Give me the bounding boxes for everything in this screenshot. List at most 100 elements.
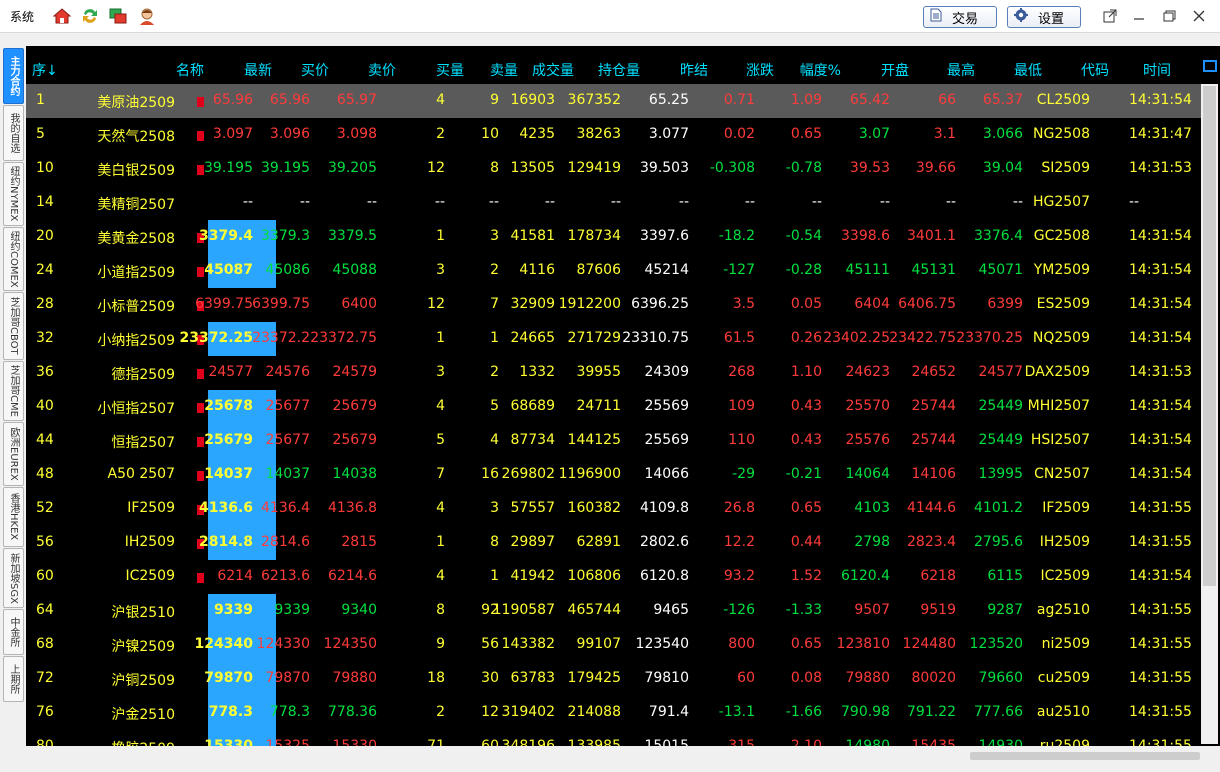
settings-button[interactable]: 设置: [1007, 6, 1081, 28]
side-tab[interactable]: 香港HKEX: [3, 487, 24, 547]
home-icon[interactable]: [52, 6, 72, 26]
side-tab[interactable]: 欧洲EUREX: [3, 422, 24, 486]
cell-seq: 60: [36, 568, 54, 584]
cell-low: 25449: [978, 432, 1023, 448]
cell-code: CL2509: [1036, 92, 1090, 108]
close-icon[interactable]: [1190, 7, 1208, 25]
table-row[interactable]: 24 小道指2509 45087 45086 45088 3 2 4116 87606 45214…: [26, 254, 1201, 288]
cell-code: GC2508: [1033, 228, 1090, 244]
table-row[interactable]: 20 美黄金2508 3379.4 3379.3 3379.5 1 3 41581 178734…: [26, 220, 1201, 254]
window-switch-icon[interactable]: [108, 6, 128, 26]
horizontal-scroll-thumb[interactable]: [970, 752, 1200, 760]
cell-change-pct: -0.28: [785, 262, 822, 278]
refresh-icon[interactable]: [80, 6, 100, 26]
cell-seq: 68: [36, 636, 54, 652]
header-last[interactable]: 最新: [244, 60, 272, 80]
table-row[interactable]: 14 美精铜2507 -- -- -- -- -- -- -- -- -- -- -- -- -- HG250…: [26, 186, 1201, 220]
table-row[interactable]: 56 IH2509 2814.8 2814.6 2815 1 8 29897 62891 2802…: [26, 526, 1201, 560]
header-volume[interactable]: 成交量: [532, 60, 574, 80]
header-open-interest[interactable]: 持仓量: [598, 60, 640, 80]
column-settings-icon[interactable]: [1203, 60, 1217, 72]
cell-code: MHI2507: [1027, 398, 1090, 414]
cell-name: 美白银2509: [97, 163, 175, 179]
cell-open: 4103: [854, 500, 890, 516]
vertical-scrollbar[interactable]: [1201, 84, 1218, 744]
side-tab[interactable]: 主力合约: [3, 48, 24, 104]
cell-name: 小恒指2507: [97, 401, 175, 417]
header-prev-settle[interactable]: 昨结: [680, 60, 708, 80]
header-bid-qty[interactable]: 买量: [436, 60, 464, 80]
table-row[interactable]: 60 IC2509 6214 6213.6 6214.6 4 1 41942 106806 612…: [26, 560, 1201, 594]
table-row[interactable]: 5 天然气2508 3.097 3.096 3.098 2 10 4235 38263 3.077…: [26, 118, 1201, 152]
cell-last: 79870: [204, 670, 253, 686]
cell-code: IF2509: [1042, 500, 1090, 516]
cell-ask-qty: 9: [490, 92, 499, 108]
table-row[interactable]: 28 小标普2509 6399.75 6399.75 6400 12 7 32909 19122…: [26, 288, 1201, 322]
side-tab[interactable]: 上期所: [3, 656, 24, 702]
header-name[interactable]: 名称: [176, 60, 204, 80]
cell-code: ni2509: [1041, 636, 1090, 652]
side-tab[interactable]: 芝加哥CME: [3, 361, 24, 421]
vertical-scroll-thumb[interactable]: [1203, 86, 1216, 586]
maximize-icon[interactable]: [1160, 7, 1178, 25]
system-menu[interactable]: 系统: [10, 8, 34, 25]
cell-bid-qty: 1: [436, 330, 445, 346]
side-tab[interactable]: 新加坡SGX: [3, 548, 24, 608]
header-time[interactable]: 时间: [1143, 60, 1171, 80]
market-flag-icon: [197, 437, 204, 447]
cell-ask-qty: --: [488, 194, 499, 210]
table-row[interactable]: 1 美原油2509 65.96 65.96 65.97 4 9 16903 367352 65.2…: [26, 84, 1201, 118]
trade-button[interactable]: 交易: [923, 6, 997, 28]
table-row[interactable]: 72 沪铜2509 79870 79870 79880 18 30 63783 179425 79…: [26, 662, 1201, 696]
cell-open: 45111: [845, 262, 890, 278]
side-tab[interactable]: 芝加哥CBOT: [3, 292, 24, 360]
cell-low: 777.66: [974, 704, 1023, 720]
table-row[interactable]: 76 沪金2510 778.3 778.3 778.36 2 12 319402 214088 7…: [26, 696, 1201, 730]
popout-icon[interactable]: [1101, 7, 1119, 25]
cell-ask-qty: 60: [481, 738, 499, 746]
table-row[interactable]: 68 沪镍2509 124340 124330 124350 9 56 143382 99107…: [26, 628, 1201, 662]
table-row[interactable]: 52 IF2509 4136.6 4136.4 4136.8 4 3 57557 160382 4…: [26, 492, 1201, 526]
cell-open: 24623: [845, 364, 890, 380]
table-row[interactable]: 32 小纳指2509 23372.25 23372.2 23372.75 1 1 24665 2…: [26, 322, 1201, 356]
minimize-icon[interactable]: [1130, 7, 1148, 25]
cell-high: 4144.6: [907, 500, 956, 516]
cell-change: 93.2: [723, 568, 755, 584]
header-bid[interactable]: 买价: [301, 60, 329, 80]
header-seq[interactable]: 序↓: [32, 60, 58, 80]
header-change[interactable]: 涨跌: [746, 60, 774, 80]
header-low[interactable]: 最低: [1014, 60, 1042, 80]
table-row[interactable]: 40 小恒指2507 25678 25677 25679 4 5 68689 24711 2556…: [26, 390, 1201, 424]
table-row[interactable]: 80 橡胶2509 15330 15325 15330 71 60348196 133985 1…: [26, 730, 1201, 746]
cell-seq: 10: [36, 160, 54, 176]
cell-volume: 41942: [510, 568, 555, 584]
cell-time: 14:31:54: [1129, 466, 1192, 482]
header-change-pct[interactable]: 幅度%: [800, 60, 841, 80]
side-tab[interactable]: 我的自选: [3, 105, 24, 161]
table-row[interactable]: 48 A50 2507 14037 14037 14038 7 16 269802 119690…: [26, 458, 1201, 492]
cell-name: 美原油2509: [97, 95, 175, 111]
cell-open: 6404: [854, 296, 890, 312]
table-row[interactable]: 36 德指2509 24577 24576 24579 3 2 1332 39955 24309 2…: [26, 356, 1201, 390]
side-tab[interactable]: 纽约NYMEX: [3, 162, 24, 226]
cell-open-interest: 160382: [567, 500, 621, 516]
header-high[interactable]: 最高: [947, 60, 975, 80]
cell-low: 45071: [978, 262, 1023, 278]
header-code[interactable]: 代码: [1081, 60, 1109, 80]
table-row[interactable]: 44 恒指2507 25679 25677 25679 5 4 87734 144125 2556…: [26, 424, 1201, 458]
cell-ask: --: [366, 194, 377, 210]
cell-volume: 4235: [519, 126, 555, 142]
cell-volume: 4116: [519, 262, 555, 278]
header-ask-qty[interactable]: 卖量: [490, 60, 518, 80]
table-row[interactable]: 64 沪银2510 9339 9339 9340 8 92 1190587 465744 9465…: [26, 594, 1201, 628]
cell-seq: 32: [36, 330, 54, 346]
side-tab[interactable]: 纽约COMEX: [3, 227, 24, 291]
cell-high: 24652: [911, 364, 956, 380]
cell-last: 39.195: [204, 160, 253, 176]
horizontal-scrollbar[interactable]: [26, 746, 1220, 772]
user-avatar-icon[interactable]: [137, 6, 157, 26]
header-ask[interactable]: 卖价: [368, 60, 396, 80]
table-row[interactable]: 10 美白银2509 39.195 39.195 39.205 12 8 13505 12941…: [26, 152, 1201, 186]
side-tab[interactable]: 中金所: [3, 609, 24, 655]
header-open[interactable]: 开盘: [881, 60, 909, 80]
